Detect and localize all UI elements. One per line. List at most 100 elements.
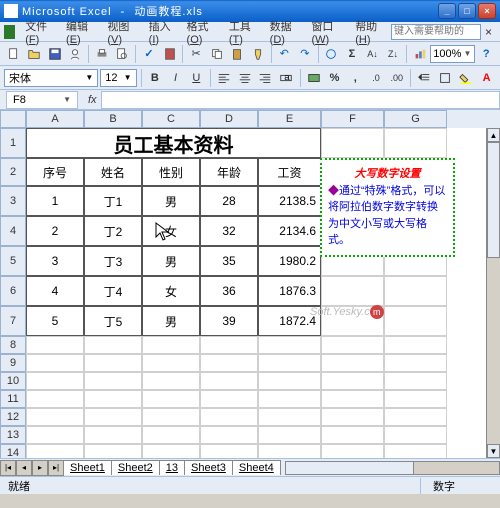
- cell[interactable]: [384, 390, 447, 408]
- permission-icon[interactable]: [66, 44, 86, 64]
- table-header[interactable]: 工资: [258, 158, 321, 186]
- table-header[interactable]: 年龄: [200, 158, 258, 186]
- column-header-G[interactable]: G: [384, 110, 447, 128]
- menu-edit[interactable]: 编辑(E): [60, 16, 101, 48]
- table-cell[interactable]: 丁5: [84, 306, 142, 336]
- cell[interactable]: [142, 408, 200, 426]
- table-cell[interactable]: 女: [142, 216, 200, 246]
- cell[interactable]: [84, 372, 142, 390]
- spell-icon[interactable]: ✓: [139, 44, 159, 64]
- row-header-7[interactable]: 7: [0, 306, 26, 336]
- row-header-3[interactable]: 3: [0, 186, 26, 216]
- save-icon[interactable]: [45, 44, 65, 64]
- align-right-icon[interactable]: [256, 68, 275, 88]
- decrease-indent-icon[interactable]: [415, 68, 434, 88]
- table-cell[interactable]: 丁4: [84, 276, 142, 306]
- redo-icon[interactable]: ↷: [295, 44, 315, 64]
- preview-icon[interactable]: [113, 44, 133, 64]
- column-header-B[interactable]: B: [84, 110, 142, 128]
- cell[interactable]: [200, 354, 258, 372]
- table-cell[interactable]: 丁3: [84, 246, 142, 276]
- row-header-1[interactable]: 1: [0, 128, 26, 158]
- formula-input[interactable]: [101, 91, 500, 109]
- cell[interactable]: [26, 390, 84, 408]
- row-header-4[interactable]: 4: [0, 216, 26, 246]
- cell[interactable]: [258, 390, 321, 408]
- scroll-thumb[interactable]: [487, 142, 500, 258]
- cell[interactable]: [384, 408, 447, 426]
- align-center-icon[interactable]: [235, 68, 254, 88]
- undo-icon[interactable]: ↶: [275, 44, 295, 64]
- sheet-tab[interactable]: Sheet2: [111, 460, 160, 475]
- comma-icon[interactable]: ,: [346, 68, 365, 88]
- table-cell[interactable]: 1980.2: [258, 246, 321, 276]
- cell[interactable]: [321, 128, 384, 158]
- cut-icon[interactable]: ✂: [186, 44, 206, 64]
- cell[interactable]: [258, 426, 321, 444]
- table-cell[interactable]: 1: [26, 186, 84, 216]
- row-header-11[interactable]: 11: [0, 390, 26, 408]
- table-header[interactable]: 姓名: [84, 158, 142, 186]
- cell[interactable]: [26, 336, 84, 354]
- menu-view[interactable]: 视图(V): [101, 16, 142, 48]
- row-header-2[interactable]: 2: [0, 158, 26, 186]
- tab-next-icon[interactable]: ▸: [32, 460, 48, 476]
- cell[interactable]: [384, 306, 447, 336]
- cell[interactable]: [384, 444, 447, 458]
- table-title[interactable]: 员工基本资料: [26, 128, 321, 158]
- cell[interactable]: [142, 444, 200, 458]
- table-header[interactable]: 性别: [142, 158, 200, 186]
- sheet-tab[interactable]: Sheet1: [63, 460, 112, 475]
- hyperlink-icon[interactable]: [322, 44, 342, 64]
- horizontal-scrollbar[interactable]: [285, 461, 500, 475]
- menu-window[interactable]: 窗口(W): [305, 16, 349, 48]
- size-combo[interactable]: 12▼: [100, 69, 136, 87]
- cell[interactable]: [384, 426, 447, 444]
- cell[interactable]: [84, 390, 142, 408]
- font-combo[interactable]: 宋体▼: [4, 69, 98, 87]
- currency-icon[interactable]: [304, 68, 323, 88]
- cell[interactable]: [142, 390, 200, 408]
- column-header-F[interactable]: F: [321, 110, 384, 128]
- table-cell[interactable]: 3: [26, 246, 84, 276]
- cell[interactable]: [84, 354, 142, 372]
- table-cell[interactable]: 5: [26, 306, 84, 336]
- fx-icon[interactable]: fx: [88, 94, 97, 106]
- zoom-combo[interactable]: 100%▼: [430, 45, 475, 63]
- help-icon[interactable]: ?: [476, 44, 496, 64]
- row-header-6[interactable]: 6: [0, 276, 26, 306]
- menu-insert[interactable]: 插入(I): [143, 16, 181, 48]
- menu-help[interactable]: 帮助(H): [349, 16, 391, 48]
- column-header-E[interactable]: E: [258, 110, 321, 128]
- font-color-icon[interactable]: A: [477, 68, 496, 88]
- increase-decimal-icon[interactable]: .0: [367, 68, 386, 88]
- cell[interactable]: [384, 128, 447, 158]
- cell[interactable]: [384, 372, 447, 390]
- cell[interactable]: [200, 336, 258, 354]
- column-header-A[interactable]: A: [26, 110, 84, 128]
- borders-icon[interactable]: [436, 68, 455, 88]
- minimize-button[interactable]: _: [438, 3, 456, 19]
- italic-icon[interactable]: I: [166, 68, 185, 88]
- table-header[interactable]: 序号: [26, 158, 84, 186]
- scroll-down-icon[interactable]: ▼: [487, 444, 500, 458]
- table-cell[interactable]: 2134.6: [258, 216, 321, 246]
- fill-color-icon[interactable]: [457, 68, 476, 88]
- cell[interactable]: [84, 408, 142, 426]
- print-icon[interactable]: [92, 44, 112, 64]
- table-cell[interactable]: 男: [142, 246, 200, 276]
- row-header-5[interactable]: 5: [0, 246, 26, 276]
- cell[interactable]: [384, 354, 447, 372]
- column-header-C[interactable]: C: [142, 110, 200, 128]
- menu-tools[interactable]: 工具(T): [223, 16, 264, 48]
- sheet-tab[interactable]: 13: [159, 460, 185, 475]
- sheet-tab[interactable]: Sheet3: [184, 460, 233, 475]
- cell[interactable]: [321, 372, 384, 390]
- cell[interactable]: [84, 426, 142, 444]
- paste-icon[interactable]: [227, 44, 247, 64]
- open-icon[interactable]: [25, 44, 45, 64]
- row-header-8[interactable]: 8: [0, 336, 26, 354]
- cell[interactable]: [142, 426, 200, 444]
- percent-icon[interactable]: %: [325, 68, 344, 88]
- select-all-corner[interactable]: [0, 110, 26, 128]
